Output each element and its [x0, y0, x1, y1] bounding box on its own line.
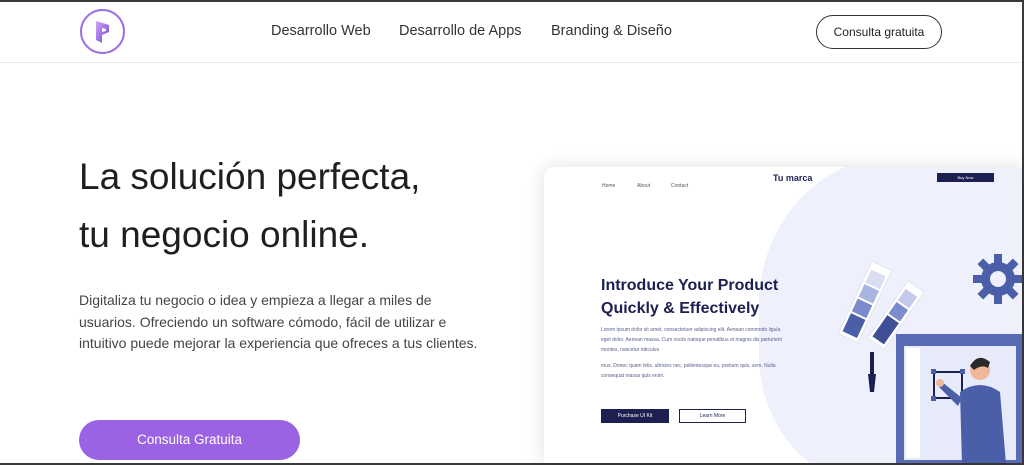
mockup-paragraph-2: mus. Donec quam felis, ultricies nec, pe… — [601, 363, 776, 379]
mockup-title-line-2: Quickly & Effectively — [601, 300, 760, 317]
mockup-buy-now-button: Buy Now — [937, 173, 994, 182]
mockup-nav-home: Home — [602, 183, 616, 189]
hero-description: Digitaliza tu negocio o idea y empieza a… — [79, 292, 478, 351]
mockup-brand: Tu marca — [773, 173, 813, 183]
site-header: Desarrollo Web Desarrollo de Apps Brandi… — [0, 2, 1022, 63]
nav-desarrollo-apps[interactable]: Desarrollo de Apps — [399, 23, 522, 39]
mockup-nav-contact: Contact — [671, 183, 689, 189]
gear-icon — [973, 254, 1022, 304]
hero-title-line-2: tu negocio online. — [79, 214, 370, 255]
mockup-title-line-1: Introduce Your Product — [601, 277, 779, 294]
mockup-title: Introduce Your Product Quickly & Effecti… — [601, 274, 831, 320]
hero-title-line-1: La solución perfecta, — [79, 156, 421, 197]
mockup-purchase-button: Purchase UI Kit — [601, 409, 669, 423]
consulta-gratuita-hero-button[interactable]: Consulta Gratuita — [79, 420, 300, 460]
logo-icon[interactable] — [80, 9, 125, 54]
designer-illustration — [837, 254, 1022, 463]
nav-branding-diseno[interactable]: Branding & Diseño — [551, 23, 672, 39]
product-mockup-image: Home About Contact Tu marca Buy Now Intr… — [544, 167, 1022, 463]
consulta-gratuita-header-button[interactable]: Consulta gratuita — [816, 15, 942, 49]
mockup-paragraph-1: Lorem ipsum dolor sit amet, consectetuer… — [601, 327, 782, 353]
mockup-nav-about: About — [637, 183, 651, 189]
hero-title: La solución perfecta, tu negocio online. — [79, 148, 539, 264]
nav-desarrollo-web[interactable]: Desarrollo Web — [271, 23, 371, 39]
mockup-learn-more-button: Learn More — [679, 409, 746, 423]
